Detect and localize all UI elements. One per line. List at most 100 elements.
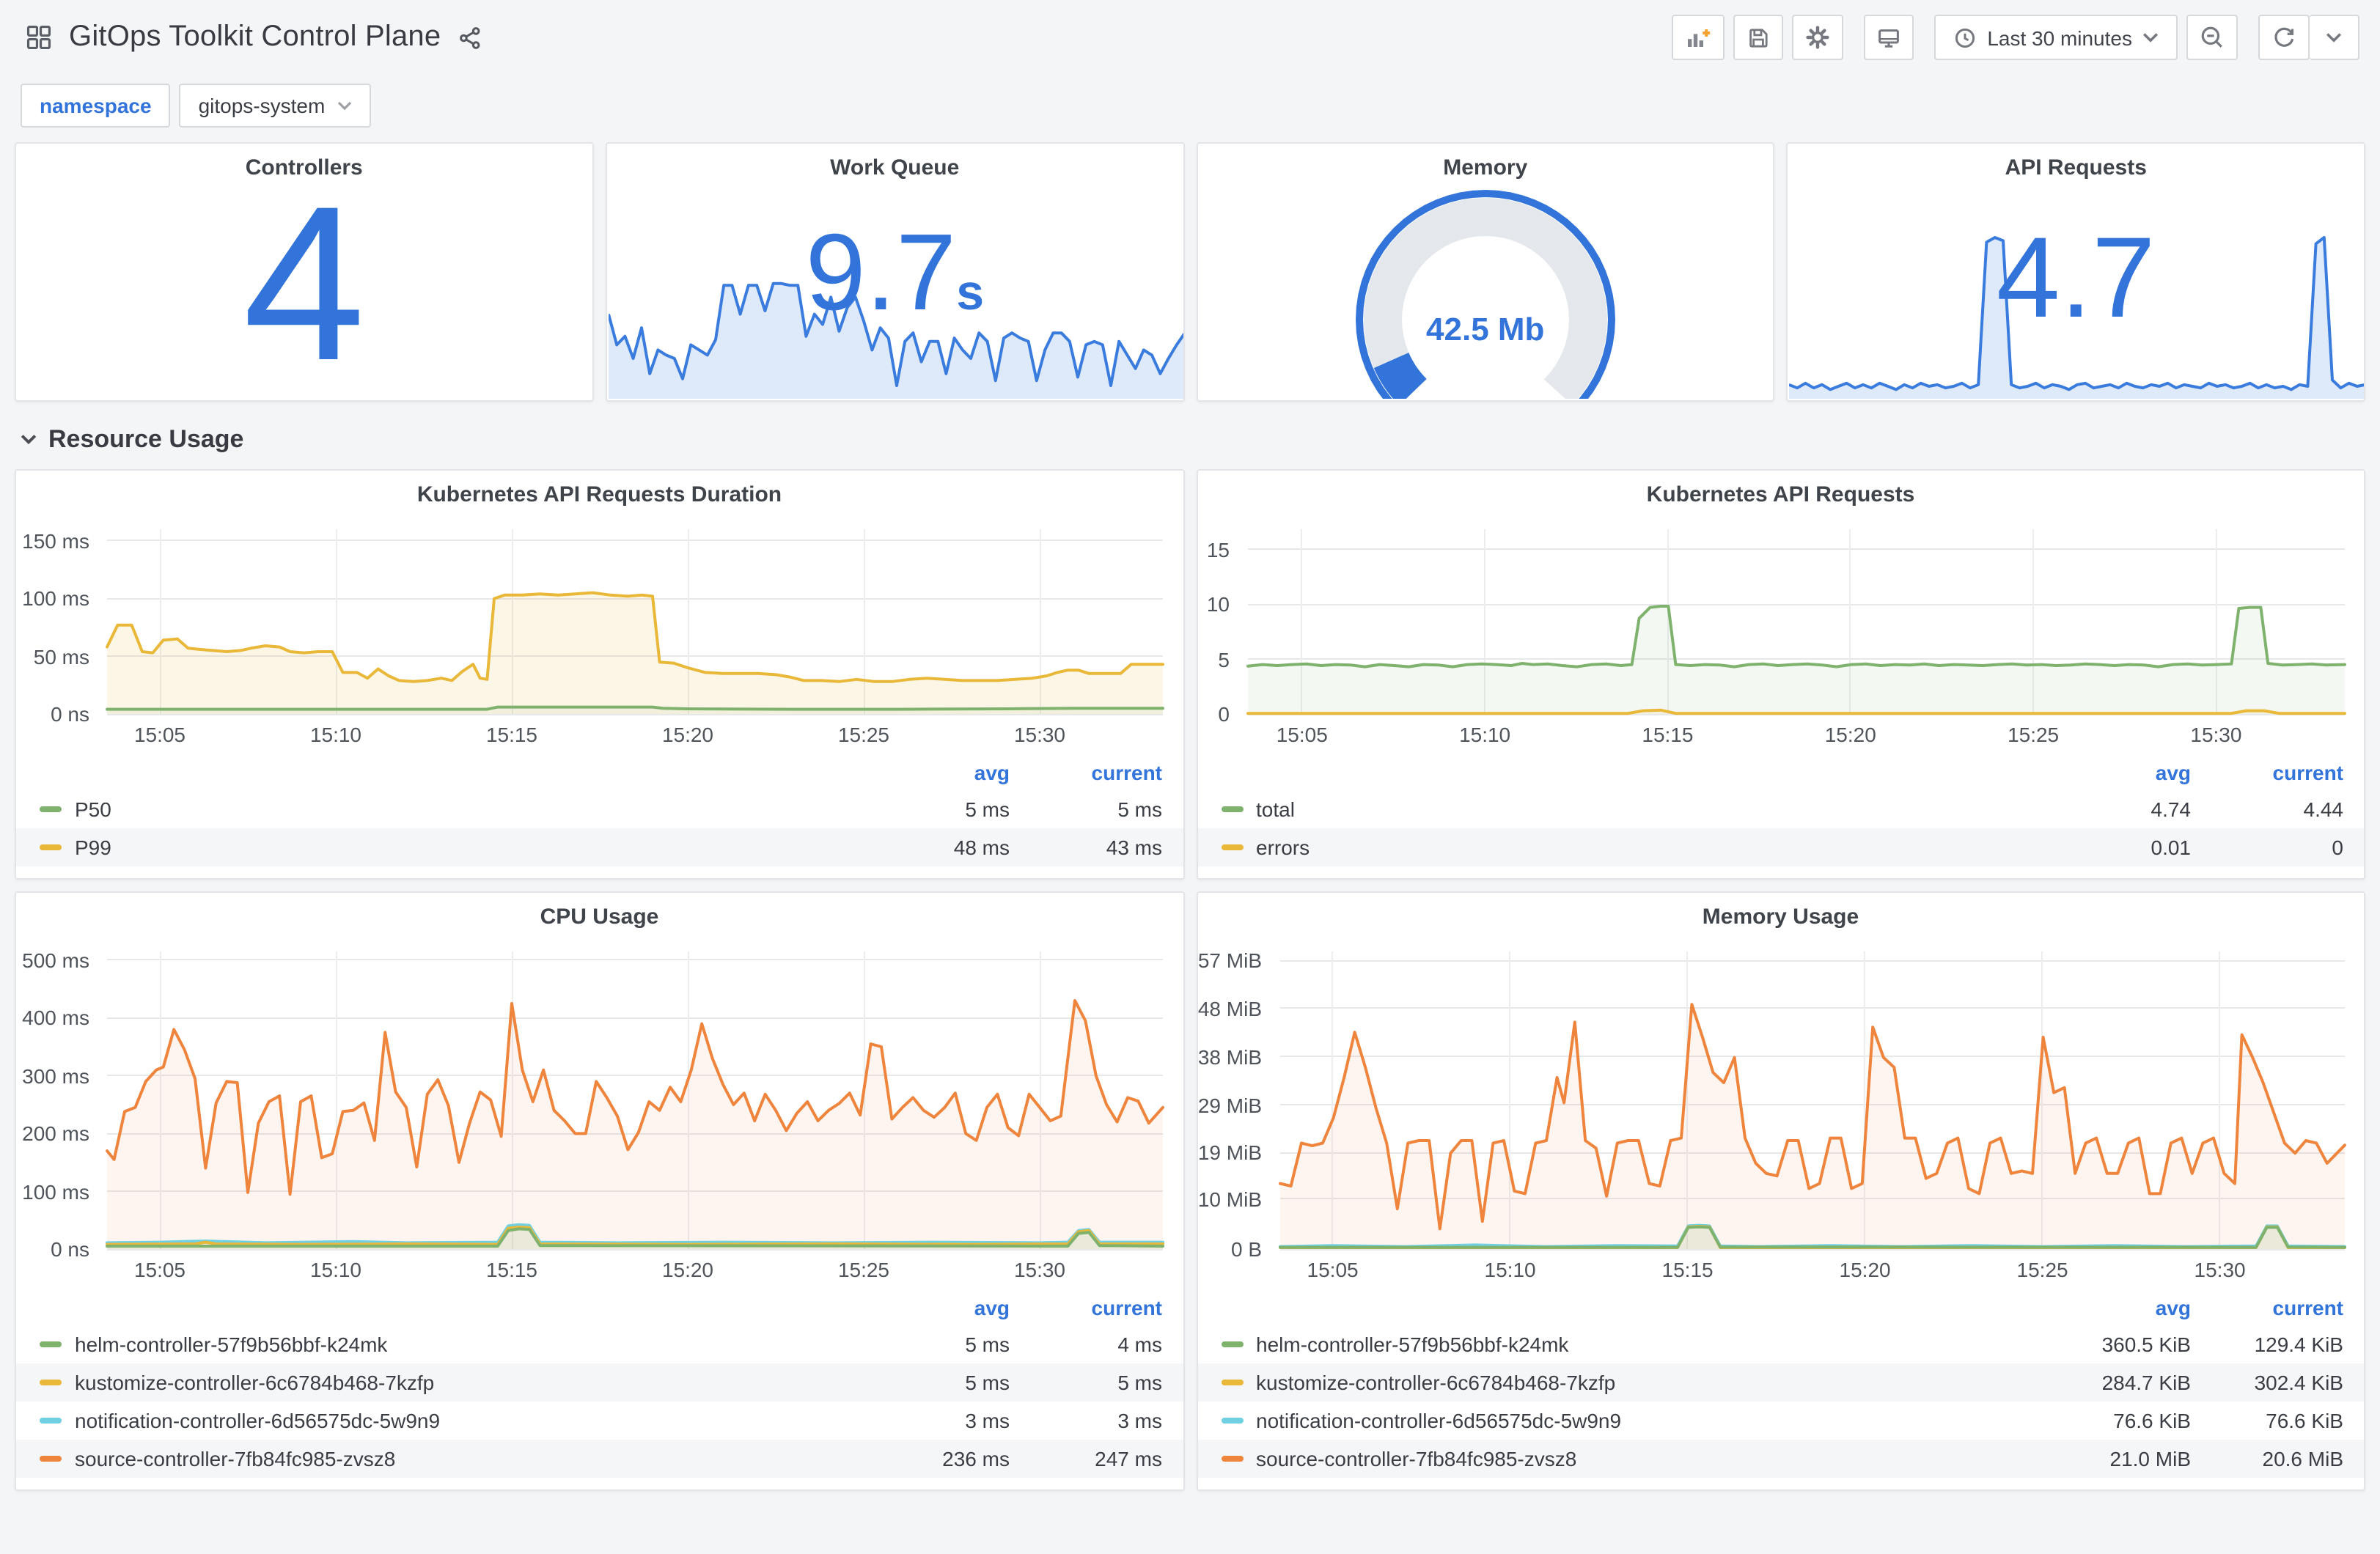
stat-value: 4.7 <box>1996 213 2156 342</box>
grid-squares-icon[interactable] <box>26 25 51 50</box>
stat-value: 9.7s <box>805 210 985 332</box>
series-name[interactable]: notification-controller-6d56575dc-5w9n9 <box>75 1409 857 1432</box>
plot-area[interactable]: 0 ns 100 ms 200 ms 300 ms 400 ms 500 ms 15:05 1… <box>16 937 1183 1287</box>
series-name[interactable]: kustomize-controller-6c6784b468-7kzfp <box>1256 1371 2038 1394</box>
monitor-icon <box>1877 26 1900 49</box>
series-name[interactable]: source-controller-7fb84fc985-zvsz8 <box>1256 1447 2038 1470</box>
section-resource-usage[interactable]: Resource Usage <box>21 425 2365 454</box>
series-current: 4.44 <box>2303 798 2344 821</box>
save-icon <box>1747 26 1770 49</box>
add-panel-button[interactable] <box>1672 15 1725 60</box>
refresh-icon <box>2271 25 2296 50</box>
legend-column-avg[interactable]: avg <box>857 761 1010 784</box>
panel-title[interactable]: Kubernetes API Requests <box>1197 471 2364 515</box>
namespace-select[interactable]: gitops-system <box>179 84 371 128</box>
series-avg: 48 ms <box>953 836 1010 859</box>
charts-grid: Kubernetes API Requests Duration 0 ns 50 m… <box>15 469 2365 1491</box>
series-avg: 76.6 KiB <box>2113 1409 2191 1432</box>
legend-column-avg[interactable]: avg <box>2038 761 2191 784</box>
series-name[interactable]: P50 <box>75 798 857 821</box>
series-color-swatch <box>40 1380 62 1385</box>
legend-column-current[interactable]: current <box>1010 761 1162 784</box>
series-color-swatch <box>40 806 62 812</box>
legend-row: errors 0.01 0 <box>1197 828 2364 866</box>
share-icon[interactable] <box>458 26 482 49</box>
panel-title[interactable]: API Requests <box>1788 144 2365 188</box>
chevron-down-icon <box>21 434 37 446</box>
legend-header: avg current <box>1197 755 2364 790</box>
time-range-picker[interactable]: Last 30 minutes <box>1934 15 2178 60</box>
add-panel-icon <box>1685 26 1711 49</box>
panel-api-requests: API Requests 4.7 <box>1786 142 2365 402</box>
series-current: 5 ms <box>1117 1371 1162 1394</box>
panel-title[interactable]: CPU Usage <box>16 893 1183 937</box>
series-avg: 360.5 KiB <box>2101 1333 2191 1356</box>
plot-area[interactable]: 0 B 10 MiB 19 MiB 29 MiB 38 MiB 48 MiB 57 MiB 1… <box>1197 937 2364 1287</box>
panel-memory-usage: Memory Usage 0 B 10 MiB 19 MiB 29 MiB 38 MiB 4… <box>1196 891 2365 1491</box>
series-name[interactable]: notification-controller-6d56575dc-5w9n9 <box>1256 1409 2038 1432</box>
series-avg: 21.0 MiB <box>2109 1447 2192 1470</box>
series-name[interactable]: P99 <box>75 836 857 859</box>
variable-label: namespace <box>21 84 171 128</box>
chart-legend: avg current P50 5 ms 5 ms P99 48 ms 43 ms <box>16 752 1183 878</box>
series-avg: 236 ms <box>942 1447 1010 1470</box>
toolbar: Last 30 minutes <box>1672 15 2359 60</box>
series-color-swatch <box>1221 1456 1243 1462</box>
series-avg: 4.74 <box>2151 798 2192 821</box>
series-name[interactable]: source-controller-7fb84fc985-zvsz8 <box>75 1447 857 1470</box>
chevron-down-icon <box>2326 32 2342 43</box>
series-avg: 5 ms <box>965 1333 1010 1356</box>
series-color-swatch <box>40 1341 62 1347</box>
clock-icon <box>1953 26 1977 49</box>
series-color-swatch <box>1221 1380 1243 1385</box>
namespace-value: gitops-system <box>198 94 326 117</box>
series-name[interactable]: kustomize-controller-6c6784b468-7kzfp <box>75 1371 857 1394</box>
panel-title[interactable]: Memory Usage <box>1197 893 2364 937</box>
panel-k8s-api-requests: Kubernetes API Requests 0 5 10 15 15:05 15:10 1… <box>1196 469 2365 880</box>
stat-value: 4 <box>243 159 366 402</box>
series-current: 43 ms <box>1106 836 1162 859</box>
series-avg: 3 ms <box>965 1409 1010 1432</box>
series-current: 3 ms <box>1117 1409 1162 1432</box>
refresh-button[interactable] <box>2258 15 2310 60</box>
refresh-interval-dropdown[interactable] <box>2310 15 2359 60</box>
save-dashboard-button[interactable] <box>1733 15 1784 60</box>
legend-column-current[interactable]: current <box>2191 1296 2343 1319</box>
series-current: 20.6 MiB <box>2262 1447 2344 1470</box>
panel-title[interactable]: Work Queue <box>607 144 1183 188</box>
legend-column-avg[interactable]: avg <box>857 1296 1010 1319</box>
dashboard-settings-button[interactable] <box>1792 15 1844 60</box>
legend-column-current[interactable]: current <box>1010 1296 1162 1319</box>
legend-column-current[interactable]: current <box>2191 761 2343 784</box>
chevron-down-icon <box>337 100 351 111</box>
chart-canvas[interactable] <box>1197 515 2365 752</box>
panel-controllers: Controllers 4 <box>15 142 594 402</box>
legend-header: avg current <box>16 1290 1183 1325</box>
gauge-value: 42.5 Mb <box>1426 311 1545 347</box>
series-name[interactable]: helm-controller-57f9b56bbf-k24mk <box>75 1333 857 1356</box>
legend-row: notification-controller-6d56575dc-5w9n9 3… <box>16 1402 1183 1440</box>
legend-row: total 4.74 4.44 <box>1197 790 2364 828</box>
legend-column-avg[interactable]: avg <box>2038 1296 2191 1319</box>
chart-canvas[interactable] <box>16 937 1183 1287</box>
legend-row: kustomize-controller-6c6784b468-7kzfp 284… <box>1197 1363 2364 1402</box>
series-avg: 5 ms <box>965 798 1010 821</box>
chart-canvas[interactable] <box>16 515 1183 752</box>
series-name[interactable]: errors <box>1256 836 2038 859</box>
zoom-out-button[interactable] <box>2186 15 2238 60</box>
legend-row: notification-controller-6d56575dc-5w9n9 7… <box>1197 1402 2364 1440</box>
chart-canvas[interactable] <box>1197 937 2365 1287</box>
series-color-swatch <box>40 844 62 850</box>
plot-area[interactable]: 0 5 10 15 15:05 15:10 15:15 15:20 15:25 15:30 <box>1197 515 2364 752</box>
cycle-view-button[interactable] <box>1864 15 1914 60</box>
series-color-swatch <box>1221 1341 1243 1347</box>
panel-title[interactable]: Kubernetes API Requests Duration <box>16 471 1183 515</box>
panel-work-queue: Work Queue 9.7s <box>605 142 1184 402</box>
series-name[interactable]: total <box>1256 798 2038 821</box>
panel-cpu-usage: CPU Usage 0 ns 100 ms 200 ms 300 ms 400 ms 500… <box>15 891 1184 1491</box>
series-color-swatch <box>40 1456 62 1462</box>
series-avg: 5 ms <box>965 1371 1010 1394</box>
series-name[interactable]: helm-controller-57f9b56bbf-k24mk <box>1256 1333 2038 1356</box>
plot-area[interactable]: 0 ns 50 ms 100 ms 150 ms 15:05 15:10 15:15 15:2… <box>16 515 1183 752</box>
series-current: 302.4 KiB <box>2254 1371 2343 1394</box>
